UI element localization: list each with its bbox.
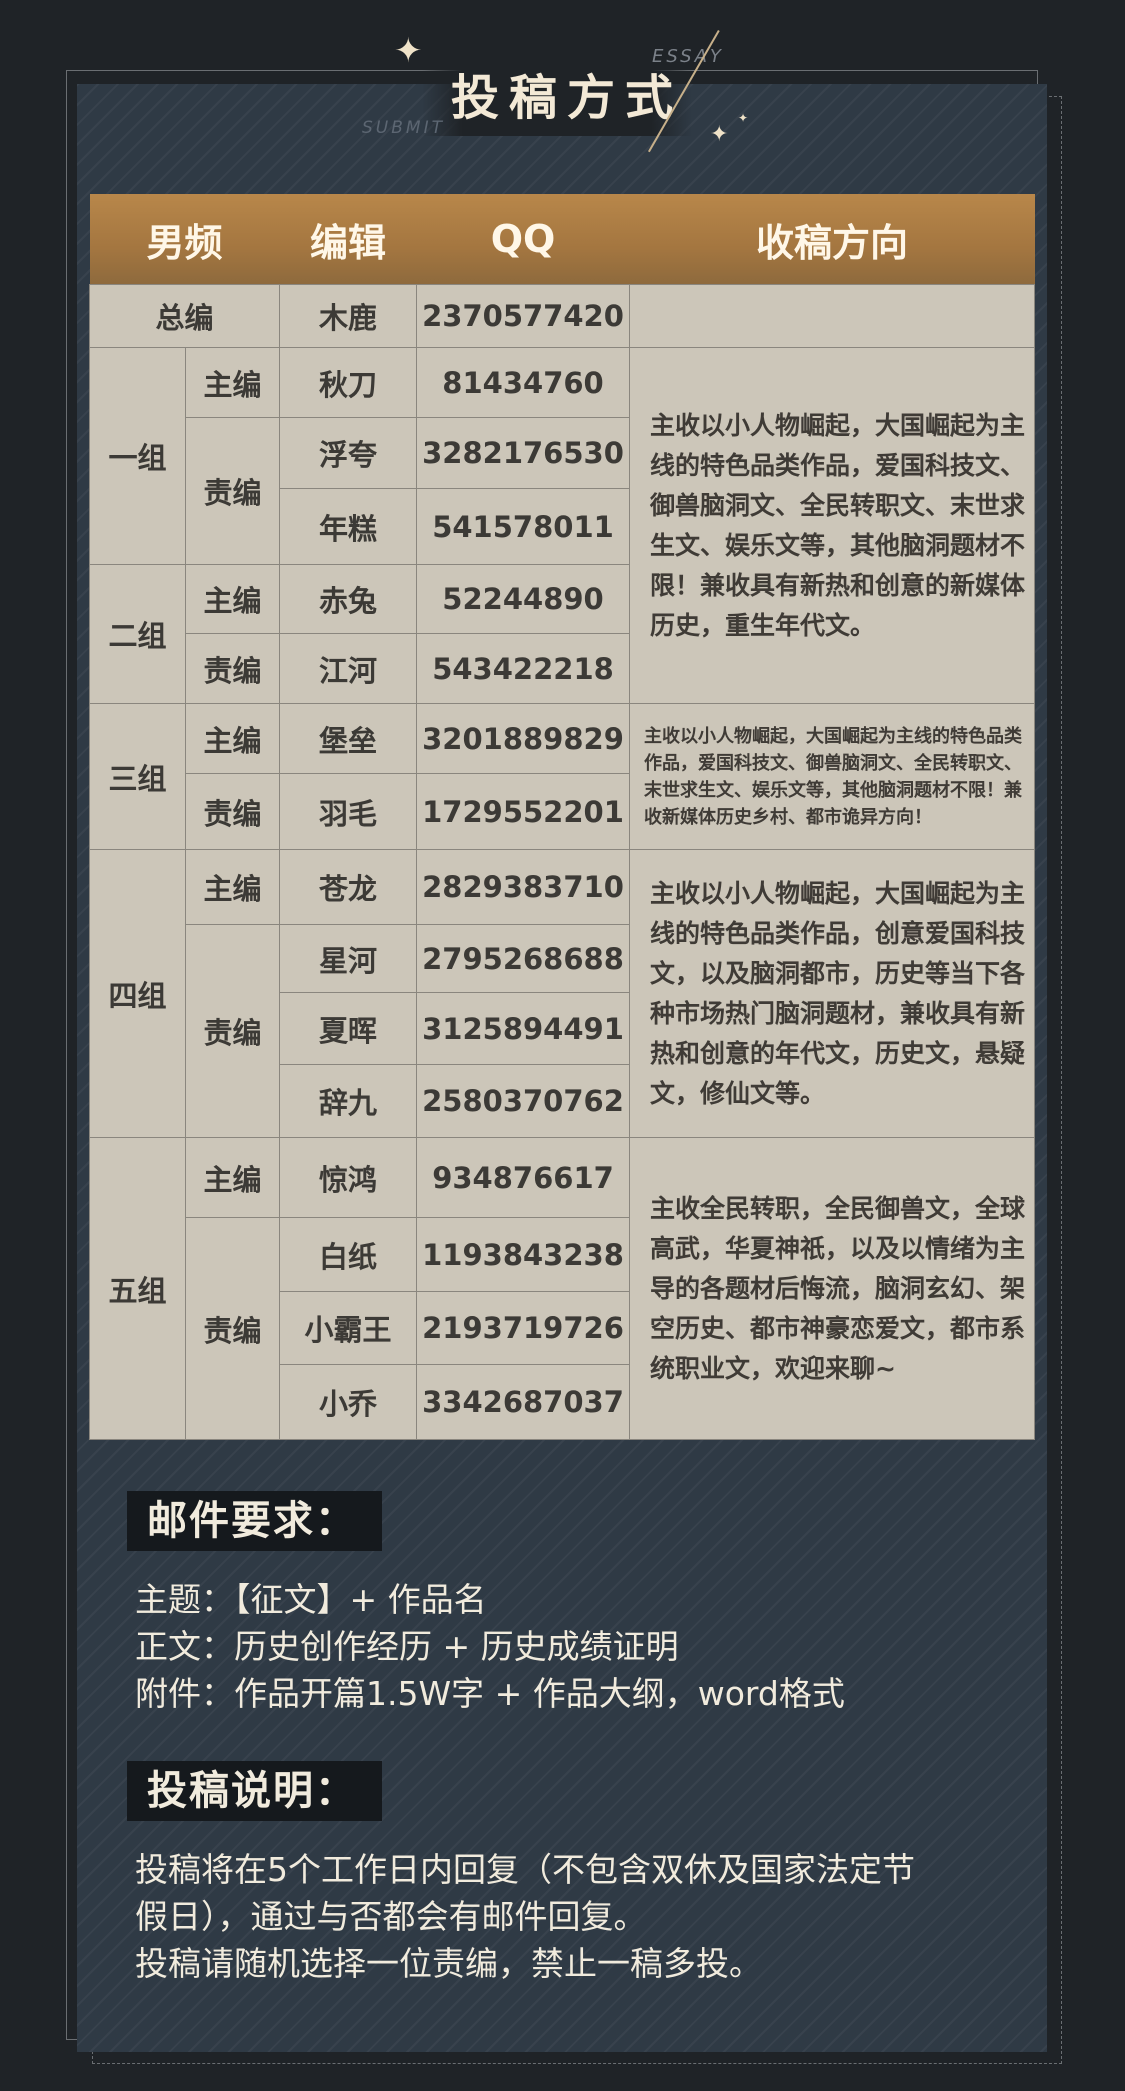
group-name: 五组 (89, 1137, 186, 1440)
editor-qq[interactable]: 541578011 (416, 488, 631, 565)
direction-text: 主收以小人物崛起，大国崛起为主线的特色品类作品，创意爱国科技文，以及脑洞都市，历… (629, 849, 1036, 1138)
table-row: 一组 主编 秋刀 81434760 主收以小人物崛起，大国崛起为主线的特色品类作… (89, 347, 1036, 704)
sparkle-icon: ✦ (738, 111, 749, 125)
header-qq: QQ (416, 194, 630, 285)
group-name: 三组 (89, 703, 186, 850)
notes-line: 投稿将在5个工作日内回复（不包含双休及国家法定节 (135, 1850, 915, 1889)
editor-qq[interactable]: 52244890 (416, 564, 631, 634)
table-row: 四组 主编 苍龙 2829383710 主收以小人物崛起，大国崛起为主线的特色品… (89, 849, 1036, 1138)
role-label: 责编 (184, 417, 281, 565)
editor-qq[interactable]: 3282176530 (416, 417, 631, 489)
header-direction: 收稿方向 (629, 194, 1035, 285)
role-label: 主编 (184, 703, 281, 774)
editor-qq[interactable]: 2580370762 (416, 1064, 631, 1138)
editor-qq[interactable]: 3201889829 (416, 703, 631, 774)
email-line-subject: 主题：【征文】+ 作品名 (135, 1580, 487, 1619)
editor-name: 江河 (279, 633, 418, 704)
editor-qq[interactable]: 3342687037 (416, 1364, 631, 1440)
editor-name: 夏晖 (279, 992, 418, 1065)
group-name: 四组 (89, 849, 186, 1138)
table-header-row: 男频 编辑 QQ 收稿方向 (89, 194, 1035, 285)
role-label: 责编 (184, 924, 281, 1138)
editor-qq[interactable]: 934876617 (416, 1137, 631, 1218)
editor-qq[interactable]: 81434760 (416, 347, 631, 418)
notes-line: 假日），通过与否都会有邮件回复。 (135, 1897, 647, 1936)
editor-name: 羽毛 (279, 773, 418, 850)
role-label: 责编 (184, 773, 281, 850)
header-editor: 编辑 (279, 194, 417, 285)
editor-qq[interactable]: 1729552201 (416, 773, 631, 850)
role-label: 责编 (184, 1217, 281, 1440)
editor-qq[interactable]: 1193843238 (416, 1217, 631, 1292)
header-channel: 男频 (89, 194, 280, 285)
role-label: 主编 (184, 564, 281, 634)
editor-qq[interactable]: 3125894491 (416, 992, 631, 1065)
editor-name: 惊鸿 (279, 1137, 418, 1218)
role-label: 主编 (184, 1137, 281, 1218)
editor-qq[interactable]: 2829383710 (416, 849, 631, 925)
direction-text: 主收全民转职，全民御兽文，全球高武，华夏神祇，以及以情绪为主导的各题材后悔流，脑… (629, 1137, 1036, 1440)
email-line-body: 正文：历史创作经历 + 历史成绩证明 (135, 1627, 679, 1666)
direction-text: 主收以小人物崛起，大国崛起为主线的特色品类作品，爱国科技文、御兽脑洞文、全民转职… (629, 703, 1036, 850)
chief-label: 总编 (88, 284, 281, 348)
notes-line: 投稿请随机选择一位责编，禁止一稿多投。 (135, 1944, 762, 1983)
editor-name: 苍龙 (279, 849, 418, 925)
role-label: 主编 (184, 347, 281, 418)
editor-qq[interactable]: 2193719726 (416, 1291, 631, 1365)
group-name: 二组 (89, 564, 186, 704)
editor-name: 木鹿 (279, 284, 418, 348)
table-row: 总编 木鹿 2370577420 (88, 284, 1036, 348)
editor-name: 浮夸 (279, 417, 418, 489)
table-row: 五组 主编 惊鸿 934876617 主收全民转职，全民御兽文，全球高武，华夏神… (89, 1137, 1036, 1440)
submission-notes-body: 投稿将在5个工作日内回复（不包含双休及国家法定节 假日），通过与否都会有邮件回复… (135, 1846, 915, 1987)
editor-name: 小乔 (279, 1364, 418, 1440)
sparkle-icon: ✦ (394, 31, 423, 71)
table-row: 三组 主编 堡垒 3201889829 主收以小人物崛起，大国崛起为主线的特色品… (89, 703, 1036, 850)
email-requirements-body: 主题：【征文】+ 作品名 正文：历史创作经历 + 历史成绩证明 附件：作品开篇1… (135, 1576, 845, 1717)
editor-qq[interactable]: 2370577420 (416, 284, 631, 348)
editor-name: 小霸王 (279, 1291, 418, 1365)
group-name: 一组 (89, 347, 186, 565)
submission-notes-heading: 投稿说明： (127, 1761, 382, 1821)
title-english-top: ESSAY (652, 46, 724, 67)
direction-text: 主收以小人物崛起，大国崛起为主线的特色品类作品，爱国科技文、御兽脑洞文、全民转职… (629, 347, 1036, 704)
email-line-attachment: 附件：作品开篇1.5W字 + 作品大纲，word格式 (135, 1674, 845, 1713)
editor-qq[interactable]: 543422218 (416, 633, 631, 704)
editor-name: 堡垒 (279, 703, 418, 774)
editor-name: 辞九 (279, 1064, 418, 1138)
editor-name: 白纸 (279, 1217, 418, 1292)
email-requirements-heading: 邮件要求： (127, 1491, 382, 1551)
editor-name: 赤兔 (279, 564, 418, 634)
title-english-bottom: SUBMIT (362, 118, 445, 138)
editor-name: 秋刀 (279, 347, 418, 418)
editor-name: 年糕 (279, 488, 418, 565)
editor-table: 男频 编辑 QQ 收稿方向 总编 木鹿 2370577420 一组 主编 秋刀 … (88, 194, 1036, 1440)
editor-qq[interactable]: 2795268688 (416, 924, 631, 993)
editor-name: 星河 (279, 924, 418, 993)
sparkle-icon: ✦ (710, 122, 729, 147)
role-label: 责编 (184, 633, 281, 704)
role-label: 主编 (184, 849, 281, 925)
direction-cell-empty (629, 284, 1036, 348)
